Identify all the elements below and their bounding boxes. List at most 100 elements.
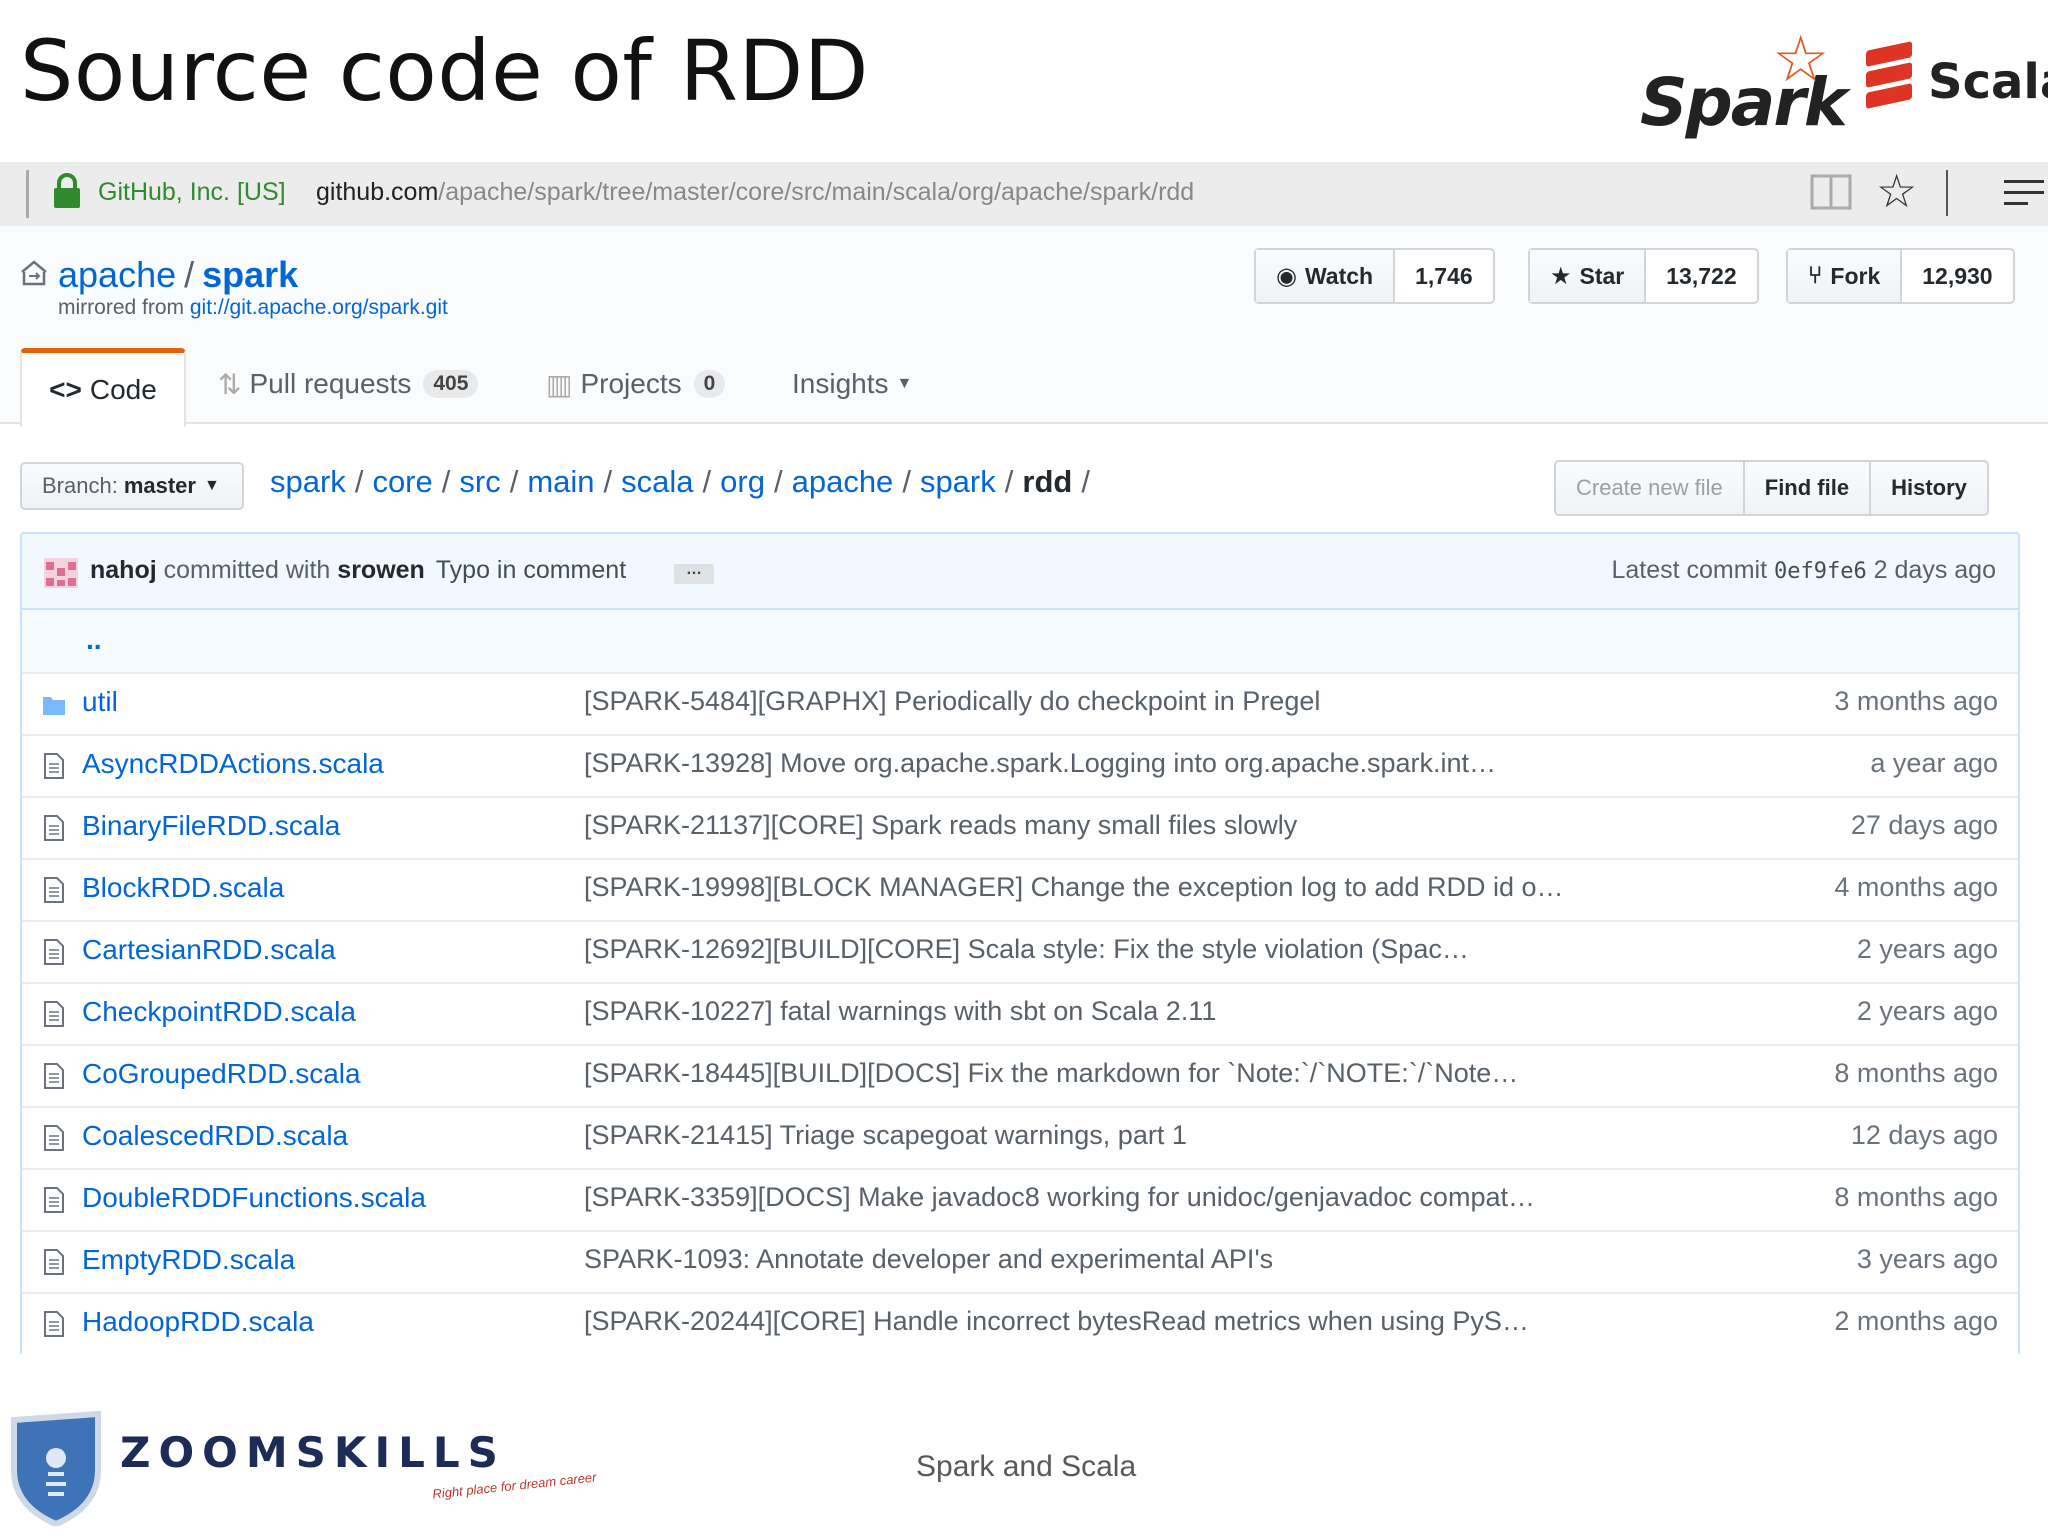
file-row[interactable]: DoubleRDDFunctions.scala [SPARK-3359][DOC… <box>22 1170 2018 1232</box>
find-file-button[interactable]: Find file <box>1744 462 1872 514</box>
commit-sha-link[interactable]: 0ef9fe6 <box>1774 559 1867 584</box>
star-count[interactable]: 13,722 <box>1646 250 1756 302</box>
commit-message-link[interactable]: Typo in comment <box>436 556 626 584</box>
breadcrumb-separator: / <box>441 464 451 499</box>
spark-logo: Spark ☆ <box>1640 23 1850 141</box>
projects-count: 0 <box>693 370 726 398</box>
file-icon <box>44 1125 64 1151</box>
breadcrumb-separator: / <box>702 464 712 499</box>
commit-message-link[interactable]: [SPARK-21137][CORE] Spark reads many sma… <box>584 810 1297 841</box>
file-icon <box>44 1249 64 1275</box>
file-row[interactable]: BlockRDD.scala [SPARK-19998][BLOCK MANAGE… <box>22 860 2018 922</box>
tab-insights[interactable]: Insights ▼ <box>792 346 912 422</box>
watch-count[interactable]: 1,746 <box>1395 250 1493 302</box>
file-name-link[interactable]: CartesianRDD.scala <box>82 934 336 966</box>
file-age: 12 days ago <box>1850 1120 1998 1150</box>
breadcrumb-link[interactable]: src <box>459 464 500 499</box>
commit-message-link[interactable]: [SPARK-20244][CORE] Handle incorrect byt… <box>584 1306 1529 1337</box>
file-row[interactable]: AsyncRDDActions.scala [SPARK-13928] Move … <box>22 736 2018 798</box>
reader-view-icon[interactable] <box>1810 172 1852 212</box>
mirror-url-link[interactable]: git://git.apache.org/spark.git <box>190 296 448 319</box>
repo-owner-link[interactable]: apache <box>58 254 176 295</box>
breadcrumb-link[interactable]: apache <box>792 464 894 499</box>
parent-directory-link[interactable]: .. <box>86 624 102 656</box>
breadcrumb-separator: / <box>354 464 364 499</box>
slide-title: Source code of RDD <box>20 22 869 120</box>
file-name-link[interactable]: BlockRDD.scala <box>82 872 284 904</box>
file-icon <box>44 939 64 965</box>
slide-footer: ZOOMSKILLS Right place for dream career … <box>0 1354 2048 1536</box>
site-identity[interactable]: GitHub, Inc. [US] <box>98 178 286 207</box>
create-new-file-button[interactable]: Create new file <box>1556 462 1745 514</box>
fork-label: Fork <box>1830 262 1881 289</box>
file-name-link[interactable]: EmptyRDD.scala <box>82 1244 295 1276</box>
url-field[interactable]: github.com/apache/spark/tree/master/core… <box>316 178 1194 207</box>
file-name-link[interactable]: CoGroupedRDD.scala <box>82 1058 361 1090</box>
breadcrumb-link[interactable]: core <box>372 464 432 499</box>
fork-count[interactable]: 12,930 <box>1902 250 2012 302</box>
commit-author-link[interactable]: nahoj <box>90 556 157 584</box>
caret-down-icon: ▼ <box>203 477 220 494</box>
repo-name-link[interactable]: spark <box>202 254 298 295</box>
branch-selector[interactable]: Branch: master ▼ <box>20 462 244 510</box>
breadcrumb-link[interactable]: spark <box>270 464 346 499</box>
project-icon: ▥ <box>546 368 573 400</box>
file-name-link[interactable]: util <box>82 686 118 718</box>
breadcrumb-link[interactable]: main <box>527 464 594 499</box>
commit-message-link[interactable]: [SPARK-21415] Triage scapegoat warnings,… <box>584 1120 1187 1151</box>
breadcrumb-link[interactable]: org <box>720 464 765 499</box>
repo-title: apache / spark <box>58 254 298 296</box>
file-row[interactable]: BinaryFileRDD.scala [SPARK-21137][CORE] S… <box>22 798 2018 860</box>
commit-message-link[interactable]: [SPARK-12692][BUILD][CORE] Scala style: … <box>584 934 1469 965</box>
commit-message-link[interactable]: [SPARK-19998][BLOCK MANAGER] Change the … <box>584 872 1564 903</box>
file-row[interactable]: EmptyRDD.scala SPARK-1093: Annotate devel… <box>22 1232 2018 1294</box>
breadcrumb-link[interactable]: spark <box>920 464 996 499</box>
scala-logo-text: Scala <box>1928 54 2048 110</box>
parent-directory-row[interactable]: .. <box>22 610 2018 674</box>
commit-message-link[interactable]: [SPARK-10227] fatal warnings with sbt on… <box>584 996 1216 1027</box>
file-name-link[interactable]: HadoopRDD.scala <box>82 1306 314 1338</box>
file-icon <box>44 1063 64 1089</box>
file-name-link[interactable]: CoalescedRDD.scala <box>82 1120 348 1152</box>
committer-link[interactable]: srowen <box>337 556 425 584</box>
watch-button[interactable]: ◉ Watch <box>1256 250 1396 302</box>
file-row[interactable]: util [SPARK-5484][GRAPHX] Periodically do… <box>22 674 2018 736</box>
file-age: a year ago <box>1870 748 1998 778</box>
bookmark-star-icon[interactable]: ☆ <box>1876 164 1917 218</box>
footer-text: Spark and Scala <box>916 1450 1137 1483</box>
commit-message-link[interactable]: [SPARK-3359][DOCS] Make javadoc8 working… <box>584 1182 1535 1213</box>
menu-icon[interactable] <box>2004 180 2044 206</box>
commit-message-link[interactable]: [SPARK-18445][BUILD][DOCS] Fix the markd… <box>584 1058 1518 1089</box>
commit-message-link[interactable]: SPARK-1093: Annotate developer and exper… <box>584 1244 1273 1275</box>
breadcrumb: spark / core / src / main / scala / org / apache / spa… <box>270 464 1099 500</box>
commit-message-link[interactable]: [SPARK-5484][GRAPHX] Periodically do che… <box>584 686 1320 717</box>
commit-summary: nahoj committed with srowen Typo in comm… <box>90 556 626 585</box>
pull-requests-count: 405 <box>423 370 479 398</box>
breadcrumb-link[interactable]: scala <box>621 464 693 499</box>
tab-code[interactable]: <> Code <box>20 348 186 427</box>
lock-icon <box>54 173 80 208</box>
history-button[interactable]: History <box>1871 462 1987 514</box>
file-name-link[interactable]: CheckpointRDD.scala <box>82 996 356 1028</box>
code-icon: <> <box>49 374 82 405</box>
tab-projects[interactable]: ▥ Projects 0 <box>546 346 726 422</box>
file-row[interactable]: CoalescedRDD.scala [SPARK-21415] Triage s… <box>22 1108 2018 1170</box>
expand-commit-button[interactable]: … <box>674 562 714 584</box>
file-age: 3 months ago <box>1834 686 1998 716</box>
tab-pull-requests[interactable]: ⇅ Pull requests 405 <box>218 346 479 422</box>
zoomskills-shield-icon <box>11 1410 101 1526</box>
file-name-link[interactable]: DoubleRDDFunctions.scala <box>82 1182 426 1214</box>
file-name-link[interactable]: BinaryFileRDD.scala <box>82 810 340 842</box>
browser-address-bar[interactable]: GitHub, Inc. [US] github.com/apache/spar… <box>0 162 2048 227</box>
file-row[interactable]: CheckpointRDD.scala [SPARK-10227] fatal w… <box>22 984 2018 1046</box>
fork-button[interactable]: ⑂ Fork <box>1788 250 1903 302</box>
star-button[interactable]: ★ Star <box>1530 250 1647 302</box>
avatar[interactable] <box>44 558 78 588</box>
file-row[interactable]: HadoopRDD.scala [SPARK-20244][CORE] Handl… <box>22 1294 2018 1354</box>
mirrored-label: mirrored from <box>58 296 185 319</box>
file-row[interactable]: CoGroupedRDD.scala [SPARK-18445][BUILD][D… <box>22 1046 2018 1108</box>
file-name-link[interactable]: AsyncRDDActions.scala <box>82 748 384 780</box>
commit-message-link[interactable]: [SPARK-13928] Move org.apache.spark.Logg… <box>584 748 1496 779</box>
breadcrumb-separator: / <box>509 464 519 499</box>
file-row[interactable]: CartesianRDD.scala [SPARK-12692][BUILD][C… <box>22 922 2018 984</box>
